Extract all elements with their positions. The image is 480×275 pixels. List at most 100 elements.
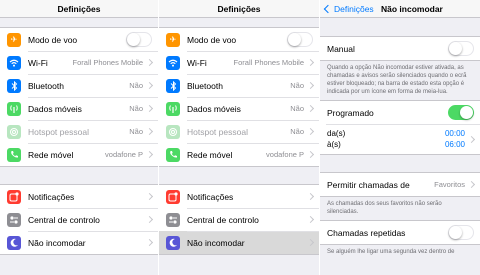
settings-row-do-not-disturb[interactable]: Não incomodar xyxy=(0,231,158,254)
row-label: Dados móveis xyxy=(28,103,82,114)
repeated-calls-note: Se alguém lhe ligar uma segunda vez dent… xyxy=(327,249,455,255)
row-value: vodafone P xyxy=(266,150,304,159)
row-label: Não incomodar xyxy=(187,237,245,248)
control-center-icon xyxy=(7,212,21,227)
airplane-toggle[interactable] xyxy=(287,32,313,47)
allow-calls-note: As chamadas dos seus favoritos não serão… xyxy=(327,201,442,215)
settings-row-hotspot[interactable]: Hotspot pessoal Não xyxy=(159,120,319,143)
scheduled-label: Programado xyxy=(327,107,374,118)
manual-group: Manual xyxy=(320,36,480,61)
schedule-times-row[interactable]: da(s) à(s) 00:00 06:00 xyxy=(320,124,480,154)
row-label: Hotspot pessoal xyxy=(187,126,248,137)
row-label: Bluetooth xyxy=(187,80,223,91)
system-group: Notificações Central de controlo Não inc… xyxy=(0,184,158,255)
settings-row-control-center[interactable]: Central de controlo xyxy=(0,208,158,231)
to-label: à(s) xyxy=(327,140,341,149)
chevron-right-icon xyxy=(306,104,315,113)
chevron-right-icon xyxy=(306,192,315,201)
row-label: Bluetooth xyxy=(28,80,64,91)
manual-note: Quando a opção Não incomodar estiver ati… xyxy=(327,65,467,95)
settings-row-notifications[interactable]: Notificações xyxy=(159,185,319,208)
scheduled-toggle[interactable] xyxy=(448,105,474,120)
row-label: Rede móvel xyxy=(28,149,74,160)
connectivity-group: ✈ Modo de voo Wi-Fi Forall Phones Mobile… xyxy=(0,27,158,167)
airplane-icon: ✈ xyxy=(166,32,180,47)
row-label: Notificações xyxy=(28,191,75,202)
cellular-icon xyxy=(7,101,21,116)
settings-row-control-center[interactable]: Central de controlo xyxy=(159,208,319,231)
page-title: Definições xyxy=(217,3,261,14)
time-values: 00:00 06:00 xyxy=(445,128,465,150)
settings-row-airplane[interactable]: ✈ Modo de voo xyxy=(159,28,319,51)
phone-icon xyxy=(7,147,21,162)
back-label: Definições xyxy=(334,4,374,14)
row-label: Modo de voo xyxy=(187,34,237,45)
allow-calls-group: Permitir chamadas de Favoritos xyxy=(320,172,480,197)
bluetooth-icon xyxy=(166,78,180,93)
settings-row-notifications[interactable]: Notificações xyxy=(0,185,158,208)
settings-row-carrier[interactable]: Rede móvel vodafone P xyxy=(0,143,158,166)
chevron-left-icon xyxy=(323,4,333,14)
chevron-right-icon xyxy=(467,180,476,189)
repeated-calls-toggle[interactable] xyxy=(448,225,474,240)
chevron-right-icon xyxy=(306,127,315,136)
settings-row-do-not-disturb[interactable]: Não incomodar xyxy=(159,231,319,254)
navbar: Definições xyxy=(0,0,158,18)
manual-label: Manual xyxy=(327,43,355,54)
notifications-icon xyxy=(166,189,180,204)
connectivity-group: ✈ Modo de voo Wi-Fi Forall Phones Mobile… xyxy=(159,27,319,167)
chevron-right-icon xyxy=(145,215,154,224)
settings-row-cellular[interactable]: Dados móveis Não xyxy=(159,97,319,120)
notifications-icon xyxy=(7,189,21,204)
page-title: Definições xyxy=(57,3,101,14)
hotspot-icon xyxy=(166,124,180,139)
settings-row-hotspot[interactable]: Hotspot pessoal Não xyxy=(0,120,158,143)
settings-row-cellular[interactable]: Dados móveis Não xyxy=(0,97,158,120)
wifi-icon xyxy=(166,55,180,70)
settings-row-bluetooth[interactable]: Bluetooth Não xyxy=(0,74,158,97)
row-value: vodafone P xyxy=(105,150,143,159)
chevron-right-icon xyxy=(145,238,154,247)
row-label: Não incomodar xyxy=(28,237,86,248)
airplane-toggle[interactable] xyxy=(126,32,152,47)
moon-icon xyxy=(166,235,180,250)
repeated-calls-row: Chamadas repetidas xyxy=(320,221,480,244)
allow-calls-row[interactable]: Permitir chamadas de Favoritos xyxy=(320,173,480,196)
row-label: Wi-Fi xyxy=(28,57,48,68)
manual-row: Manual xyxy=(320,37,480,60)
settings-row-airplane[interactable]: ✈ Modo de voo xyxy=(0,28,158,51)
chevron-right-icon xyxy=(145,81,154,90)
settings-row-bluetooth[interactable]: Bluetooth Não xyxy=(159,74,319,97)
scheduled-group: Programado da(s) à(s) 00:00 06:00 xyxy=(320,100,480,155)
row-label: Rede móvel xyxy=(187,149,233,160)
manual-toggle[interactable] xyxy=(448,41,474,56)
row-value: Não xyxy=(290,127,304,136)
settings-row-carrier[interactable]: Rede móvel vodafone P xyxy=(159,143,319,166)
row-label: Central de controlo xyxy=(28,214,100,225)
control-center-icon xyxy=(166,212,180,227)
row-value: Não xyxy=(129,104,143,113)
row-value: Não xyxy=(129,127,143,136)
row-value: Não xyxy=(290,81,304,90)
row-value: Não xyxy=(129,81,143,90)
row-label: Notificações xyxy=(187,191,234,202)
chevron-right-icon xyxy=(306,150,315,159)
row-value: Forall Phones Mobile xyxy=(233,58,304,67)
settings-row-wifi[interactable]: Wi-Fi Forall Phones Mobile xyxy=(0,51,158,74)
chevron-right-icon xyxy=(306,58,315,67)
from-label: da(s) xyxy=(327,129,346,138)
to-time: 06:00 xyxy=(444,140,465,149)
hotspot-icon xyxy=(7,124,21,139)
chevron-right-icon xyxy=(145,127,154,136)
repeated-calls-label: Chamadas repetidas xyxy=(327,227,406,238)
moon-icon xyxy=(7,235,21,250)
row-label: Wi-Fi xyxy=(187,57,207,68)
navbar: Definições xyxy=(159,0,319,18)
wifi-icon xyxy=(7,55,21,70)
chevron-right-icon xyxy=(467,135,476,143)
back-button[interactable]: Definições xyxy=(323,0,374,18)
scheduled-row: Programado xyxy=(320,101,480,124)
settings-row-wifi[interactable]: Wi-Fi Forall Phones Mobile xyxy=(159,51,319,74)
chevron-right-icon xyxy=(145,192,154,201)
row-value: Não xyxy=(290,104,304,113)
